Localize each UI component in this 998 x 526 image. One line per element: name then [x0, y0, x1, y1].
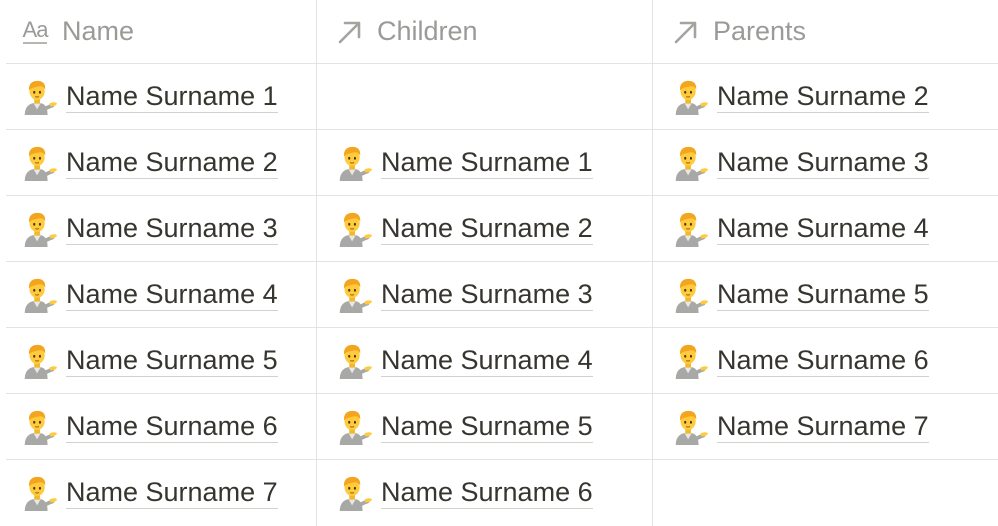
name-cell[interactable]: Name Surname 4 [6, 262, 317, 327]
page-link-label: Name Surname 7 [717, 410, 929, 443]
parents-cell[interactable]: Name Surname 2 [653, 64, 998, 129]
page-link-label: Name Surname 2 [717, 80, 929, 113]
text-aa-icon: Aa [22, 17, 48, 44]
page-link[interactable]: Name Surname 3 [335, 276, 593, 314]
person-tipping-hand-icon [339, 476, 373, 512]
name-cell[interactable]: Name Surname 5 [6, 328, 317, 393]
page-link[interactable]: Name Surname 5 [20, 342, 278, 380]
page-link[interactable]: Name Surname 6 [20, 408, 278, 446]
table-row[interactable]: Name Surname 7 Name Surname 6 [6, 460, 998, 526]
table-row[interactable]: Name Surname 5 Name Surname 4 Name Surna… [6, 328, 998, 394]
parents-cell[interactable]: Name Surname 6 [653, 328, 998, 393]
children-cell[interactable]: Name Surname 5 [317, 394, 653, 459]
database-table: Aa Name Children Parents Name Surname 1 … [0, 0, 998, 526]
person-tipping-hand-icon [339, 146, 373, 181]
page-link-label: Name Surname 5 [717, 278, 929, 311]
page-link[interactable]: Name Surname 3 [20, 210, 278, 248]
person-tipping-hand-icon [339, 344, 373, 379]
page-link[interactable]: Name Surname 4 [671, 210, 929, 248]
page-link-label: Name Surname 3 [717, 146, 929, 179]
arrow-up-right-icon [671, 17, 701, 47]
page-link-label: Name Surname 3 [66, 212, 278, 245]
person-tipping-hand-icon [675, 344, 709, 379]
name-cell[interactable]: Name Surname 7 [6, 460, 317, 526]
person-tipping-hand-icon [339, 410, 373, 445]
page-link[interactable]: Name Surname 6 [335, 474, 593, 512]
person-tipping-hand-icon [24, 146, 58, 181]
table-row[interactable]: Name Surname 6 Name Surname 5 Name Surna… [6, 394, 998, 460]
person-tipping-hand-icon [24, 344, 58, 379]
person-tipping-hand-icon [24, 80, 58, 115]
person-tipping-hand-icon [675, 146, 709, 181]
person-tipping-hand-icon [339, 212, 373, 247]
name-cell[interactable]: Name Surname 3 [6, 196, 317, 261]
page-link-label: Name Surname 4 [381, 344, 593, 377]
page-link[interactable]: Name Surname 2 [335, 210, 593, 248]
column-header-name[interactable]: Aa Name [6, 0, 317, 63]
page-link[interactable]: Name Surname 1 [20, 78, 278, 116]
page-link-label: Name Surname 6 [381, 477, 593, 509]
column-header-children[interactable]: Children [317, 0, 653, 63]
person-tipping-hand-icon [24, 212, 58, 247]
person-tipping-hand-icon [24, 410, 58, 445]
page-link-label: Name Surname 2 [66, 146, 278, 179]
table-row[interactable]: Name Surname 1 Name Surname 2 [6, 64, 998, 130]
children-cell[interactable] [317, 64, 653, 129]
children-cell[interactable]: Name Surname 6 [317, 460, 653, 526]
page-link[interactable]: Name Surname 7 [671, 408, 929, 446]
table-row[interactable]: Name Surname 3 Name Surname 2 Name Surna… [6, 196, 998, 262]
arrow-up-right-icon [335, 17, 365, 47]
page-link-label: Name Surname 3 [381, 278, 593, 311]
person-tipping-hand-icon [675, 212, 709, 247]
column-header-label: Name [62, 16, 135, 46]
parents-cell[interactable]: Name Surname 4 [653, 196, 998, 261]
person-tipping-hand-icon [24, 278, 58, 313]
page-link-label: Name Surname 4 [717, 212, 929, 245]
parents-cell[interactable]: Name Surname 3 [653, 130, 998, 195]
person-tipping-hand-icon [675, 410, 709, 445]
page-link[interactable]: Name Surname 2 [671, 78, 929, 116]
page-link[interactable]: Name Surname 6 [671, 342, 929, 380]
page-link-label: Name Surname 6 [717, 344, 929, 377]
page-link-label: Name Surname 7 [66, 477, 278, 509]
column-header-parents[interactable]: Parents [653, 0, 998, 63]
page-link[interactable]: Name Surname 3 [671, 144, 929, 182]
table-row[interactable]: Name Surname 2 Name Surname 1 Name Surna… [6, 130, 998, 196]
person-tipping-hand-icon [675, 80, 709, 115]
page-link[interactable]: Name Surname 7 [20, 474, 278, 512]
person-tipping-hand-icon [24, 476, 58, 512]
page-link-label: Name Surname 5 [381, 410, 593, 443]
parents-cell[interactable]: Name Surname 7 [653, 394, 998, 459]
table-header: Aa Name Children Parents [6, 0, 998, 64]
children-cell[interactable]: Name Surname 1 [317, 130, 653, 195]
children-cell[interactable]: Name Surname 2 [317, 196, 653, 261]
page-link[interactable]: Name Surname 4 [20, 276, 278, 314]
table-row[interactable]: Name Surname 4 Name Surname 3 Name Surna… [6, 262, 998, 328]
children-cell[interactable]: Name Surname 4 [317, 328, 653, 393]
person-tipping-hand-icon [339, 278, 373, 313]
column-header-label: Parents [713, 16, 807, 46]
page-link-label: Name Surname 4 [66, 278, 278, 311]
name-cell[interactable]: Name Surname 2 [6, 130, 317, 195]
page-link-label: Name Surname 1 [66, 80, 278, 113]
name-cell[interactable]: Name Surname 1 [6, 64, 317, 129]
parents-cell[interactable] [653, 460, 998, 526]
page-link[interactable]: Name Surname 5 [671, 276, 929, 314]
children-cell[interactable]: Name Surname 3 [317, 262, 653, 327]
person-tipping-hand-icon [675, 278, 709, 313]
page-link[interactable]: Name Surname 1 [335, 144, 593, 182]
page-link[interactable]: Name Surname 2 [20, 144, 278, 182]
page-link[interactable]: Name Surname 5 [335, 408, 593, 446]
name-cell[interactable]: Name Surname 6 [6, 394, 317, 459]
parents-cell[interactable]: Name Surname 5 [653, 262, 998, 327]
page-link[interactable]: Name Surname 4 [335, 342, 593, 380]
page-link-label: Name Surname 5 [66, 344, 278, 377]
page-link-label: Name Surname 2 [381, 212, 593, 245]
page-link-label: Name Surname 1 [381, 146, 593, 179]
page-link-label: Name Surname 6 [66, 410, 278, 443]
column-header-label: Children [377, 16, 478, 46]
